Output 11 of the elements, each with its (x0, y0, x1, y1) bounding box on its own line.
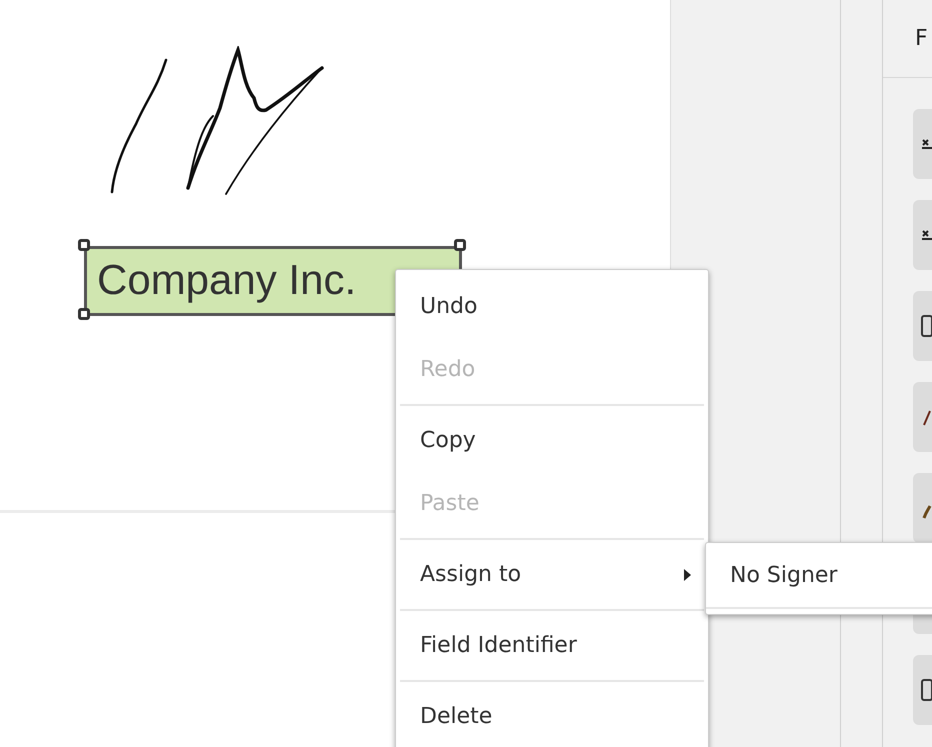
menu-item[interactable]: Delete (396, 685, 708, 747)
tool-icon[interactable] (921, 314, 932, 338)
submenu-item[interactable]: No Signer (706, 543, 932, 609)
resize-handle[interactable] (454, 239, 466, 251)
resize-handle[interactable] (78, 308, 90, 320)
tool-icon[interactable] (921, 678, 932, 702)
submenu-arrow-icon (684, 568, 691, 580)
panel-title: F (915, 26, 928, 51)
menu-item[interactable]: Field Identifier (396, 614, 708, 677)
resize-handle[interactable] (78, 239, 90, 251)
menu-item[interactable]: Copy (396, 409, 708, 472)
